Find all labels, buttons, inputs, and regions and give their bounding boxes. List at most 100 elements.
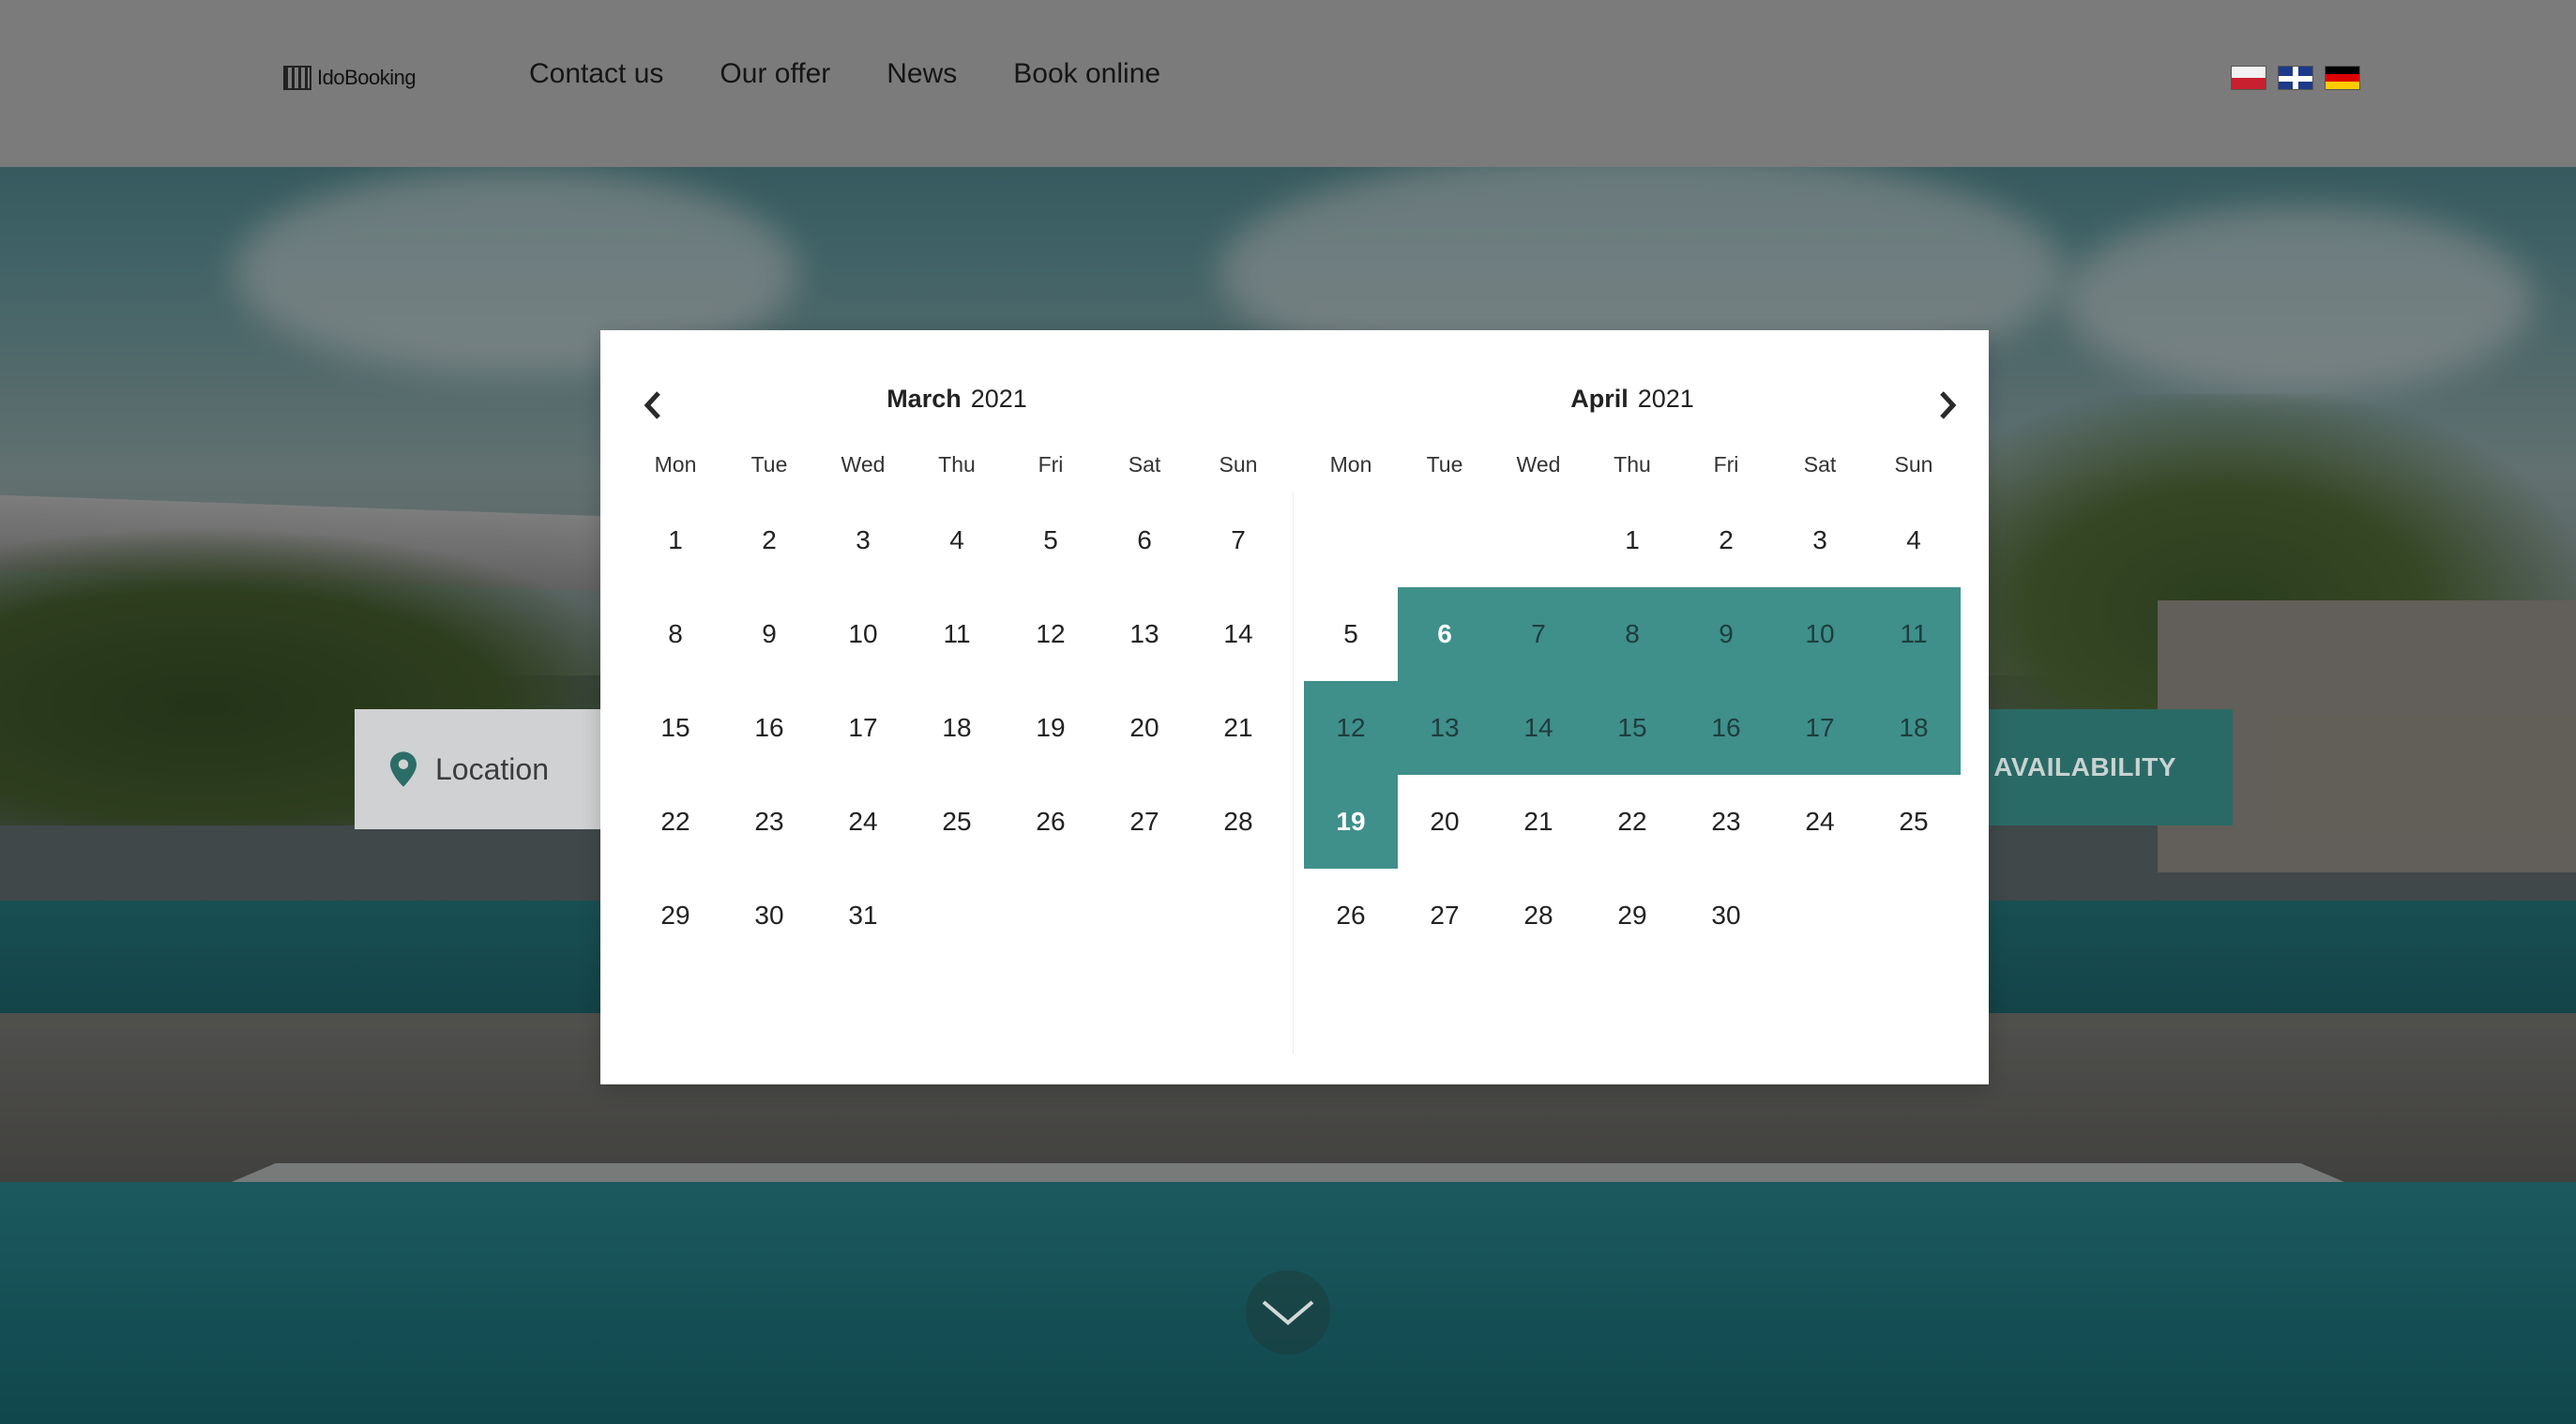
language-switcher: [2231, 66, 2360, 90]
chevron-down-icon: [1262, 1300, 1314, 1326]
day-march-19[interactable]: 19: [1004, 681, 1098, 775]
day-april-20[interactable]: 20: [1398, 775, 1492, 869]
day-empty: [1304, 493, 1398, 587]
flag-gb-icon[interactable]: [2278, 66, 2313, 90]
flag-pl-icon[interactable]: [2231, 66, 2266, 90]
weekday-wed: Wed: [841, 452, 886, 477]
day-march-21[interactable]: 21: [1191, 681, 1285, 775]
weekday-thu: Thu: [938, 452, 976, 477]
weekday-sat: Sat: [1803, 452, 1837, 477]
month-title: April 2021: [1304, 385, 1961, 414]
day-april-12[interactable]: 12: [1304, 681, 1398, 775]
day-march-16[interactable]: 16: [722, 681, 816, 775]
day-april-17[interactable]: 17: [1773, 681, 1867, 775]
day-april-4[interactable]: 4: [1867, 493, 1961, 587]
site-header: IdoBooking Contact us Our offer News Boo…: [0, 0, 2576, 167]
weekday-fri: Fri: [1038, 452, 1064, 477]
day-grid: 1 2 3 4 5 6 7 8 9 10 11 12 13 14 15 16 17 18 19 20 21 22 23 24 2…: [1304, 493, 1961, 962]
flag-de-icon[interactable]: [2325, 66, 2360, 90]
day-march-15[interactable]: 15: [629, 681, 722, 775]
main-nav: Contact us Our offer News Book online: [529, 58, 1160, 90]
day-april-16[interactable]: 16: [1679, 681, 1773, 775]
day-april-7[interactable]: 7: [1492, 587, 1585, 681]
logo[interactable]: IdoBooking: [283, 64, 424, 92]
day-march-2[interactable]: 2: [722, 493, 816, 587]
day-april-30[interactable]: 30: [1679, 869, 1773, 962]
day-march-8[interactable]: 8: [629, 587, 722, 681]
day-april-28[interactable]: 28: [1492, 869, 1585, 962]
location-pin-icon: [390, 751, 417, 787]
day-march-9[interactable]: 9: [722, 587, 816, 681]
date-picker: March 2021 Mon Tue Wed Thu Fri Sat Sun 12345678…: [600, 330, 1989, 1084]
logo-text: IdoBooking: [317, 66, 417, 89]
month-name: April: [1570, 385, 1629, 413]
day-march-25[interactable]: 25: [910, 775, 1004, 869]
day-march-3[interactable]: 3: [816, 493, 910, 587]
day-march-6[interactable]: 6: [1098, 493, 1191, 587]
nav-our-offer[interactable]: Our offer: [720, 58, 830, 90]
day-march-10[interactable]: 10: [816, 587, 910, 681]
weekday-thu: Thu: [1614, 452, 1651, 477]
day-april-26[interactable]: 26: [1304, 869, 1398, 962]
day-empty: [1398, 493, 1492, 587]
day-march-4[interactable]: 4: [910, 493, 1004, 587]
weekday-header: Mon Tue Wed Thu Fri Sat Sun: [629, 452, 1285, 477]
day-april-18[interactable]: 18: [1867, 681, 1961, 775]
day-march-7[interactable]: 7: [1191, 493, 1285, 587]
day-april-10[interactable]: 10: [1773, 587, 1867, 681]
day-april-2[interactable]: 2: [1679, 493, 1773, 587]
day-april-22[interactable]: 22: [1585, 775, 1679, 869]
day-march-20[interactable]: 20: [1098, 681, 1191, 775]
day-april-1[interactable]: 1: [1585, 493, 1679, 587]
day-march-1[interactable]: 1: [629, 493, 722, 587]
day-march-23[interactable]: 23: [722, 775, 816, 869]
day-april-21[interactable]: 21: [1492, 775, 1585, 869]
day-april-6[interactable]: 6: [1398, 587, 1492, 681]
check-availability-button[interactable]: CHECK AVAILABILITY: [1961, 709, 2233, 826]
day-april-19[interactable]: 19: [1304, 775, 1398, 869]
day-march-26[interactable]: 26: [1004, 775, 1098, 869]
nav-news[interactable]: News: [886, 58, 957, 90]
weekday-sat: Sat: [1128, 452, 1161, 477]
nav-contact-us[interactable]: Contact us: [529, 58, 663, 90]
weekday-header: Mon Tue Wed Thu Fri Sat Sun: [1304, 452, 1961, 477]
logo-icon: [283, 66, 311, 90]
day-april-13[interactable]: 13: [1398, 681, 1492, 775]
day-april-27[interactable]: 27: [1398, 869, 1492, 962]
month-title: March 2021: [629, 385, 1285, 414]
day-march-18[interactable]: 18: [910, 681, 1004, 775]
weekday-fri: Fri: [1713, 452, 1739, 477]
day-april-8[interactable]: 8: [1585, 587, 1679, 681]
day-march-29[interactable]: 29: [629, 869, 722, 962]
day-march-28[interactable]: 28: [1191, 775, 1285, 869]
month-year: 2021: [970, 385, 1027, 413]
scroll-down-button[interactable]: [1246, 1270, 1330, 1355]
day-march-22[interactable]: 22: [629, 775, 722, 869]
day-march-27[interactable]: 27: [1098, 775, 1191, 869]
day-march-12[interactable]: 12: [1004, 587, 1098, 681]
day-march-31[interactable]: 31: [816, 869, 910, 962]
day-april-14[interactable]: 14: [1492, 681, 1585, 775]
day-march-17[interactable]: 17: [816, 681, 910, 775]
day-april-25[interactable]: 25: [1867, 775, 1961, 869]
day-march-11[interactable]: 11: [910, 587, 1004, 681]
day-april-24[interactable]: 24: [1773, 775, 1867, 869]
day-april-15[interactable]: 15: [1585, 681, 1679, 775]
day-april-3[interactable]: 3: [1773, 493, 1867, 587]
day-march-24[interactable]: 24: [816, 775, 910, 869]
day-april-23[interactable]: 23: [1679, 775, 1773, 869]
weekday-tue: Tue: [750, 452, 788, 477]
nav-book-online[interactable]: Book online: [1013, 58, 1160, 90]
day-march-5[interactable]: 5: [1004, 493, 1098, 587]
weekday-tue: Tue: [1426, 452, 1463, 477]
day-grid: 1 2 3 4 5 6 7 8 9 10 11 12 13 14 15 16 17 18 19 20 21 22 23 24 2…: [629, 493, 1285, 962]
day-april-11[interactable]: 11: [1867, 587, 1961, 681]
day-april-9[interactable]: 9: [1679, 587, 1773, 681]
month-name: March: [886, 385, 962, 413]
day-april-29[interactable]: 29: [1585, 869, 1679, 962]
location-label: Location: [435, 751, 549, 786]
day-march-30[interactable]: 30: [722, 869, 816, 962]
day-april-5[interactable]: 5: [1304, 587, 1398, 681]
day-march-14[interactable]: 14: [1191, 587, 1285, 681]
day-march-13[interactable]: 13: [1098, 587, 1191, 681]
